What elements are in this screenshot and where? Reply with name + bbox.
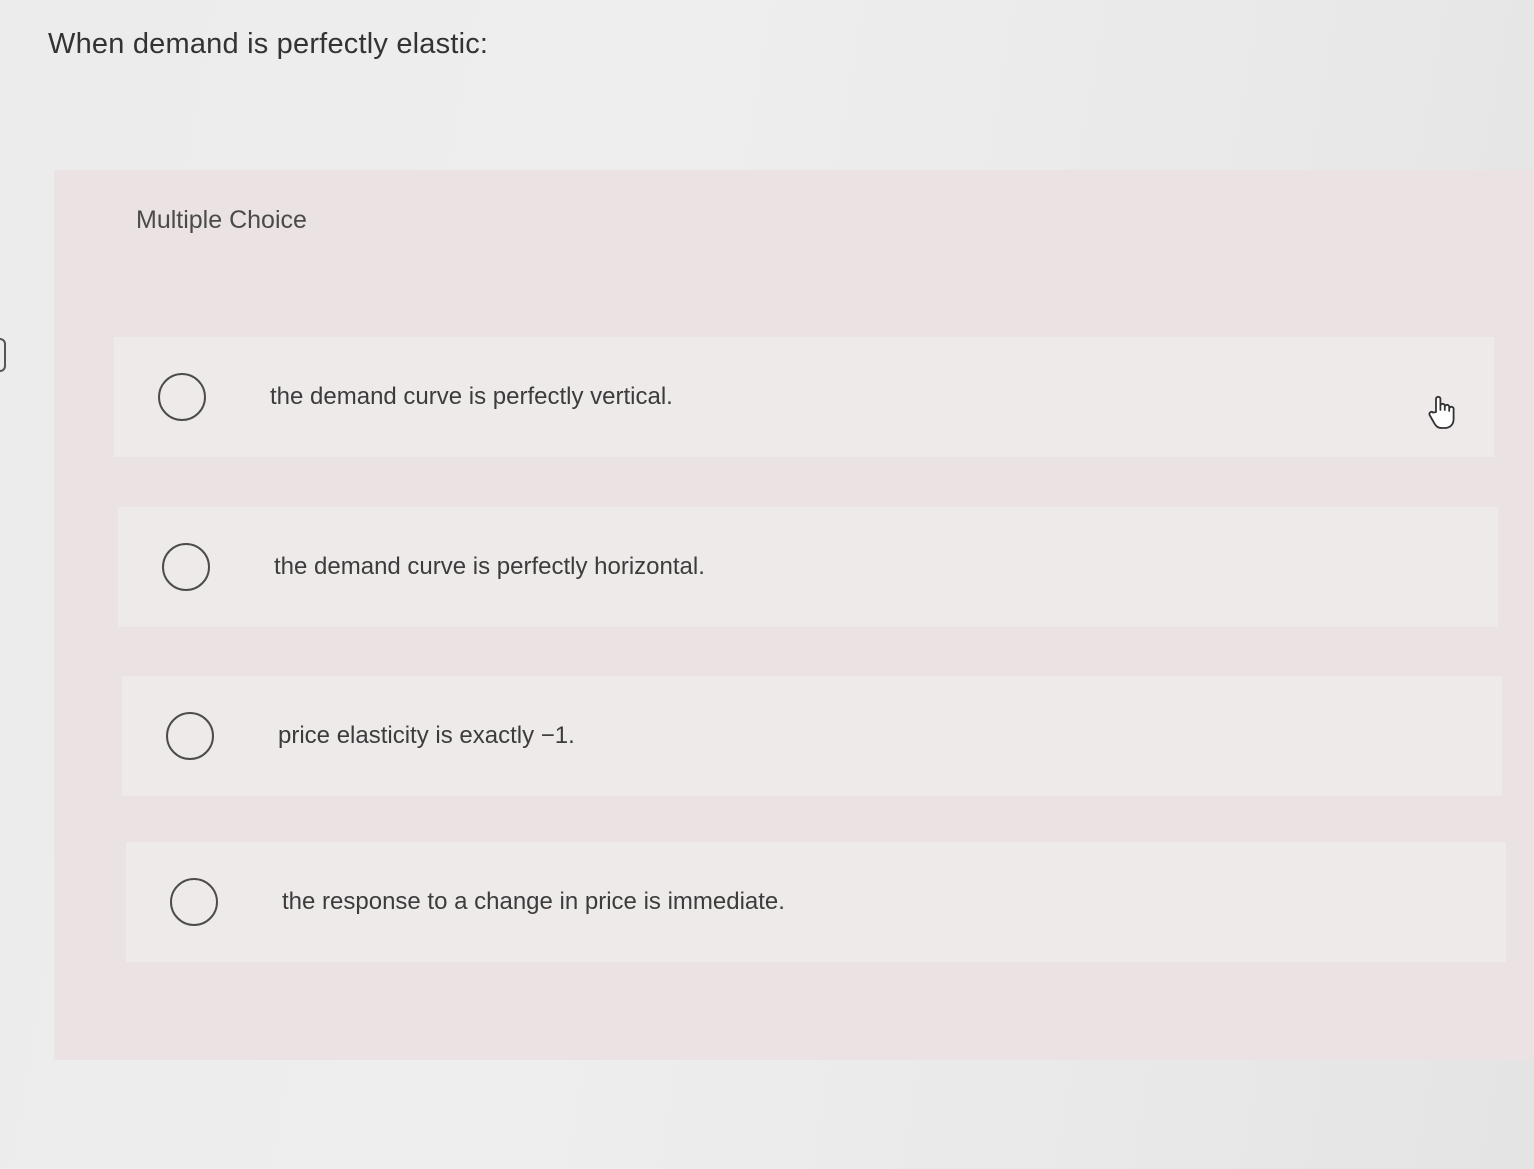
choice-option-1-text: the demand curve is perfectly vertical. (270, 383, 673, 410)
choice-option-4-text: the response to a change in price is imm… (282, 888, 785, 915)
hand-pointer-icon (1428, 395, 1455, 429)
radio-button-option-3[interactable] (166, 712, 214, 760)
radio-button-option-4[interactable] (170, 878, 218, 926)
choice-option-3-text: price elasticity is exactly −1. (278, 722, 575, 749)
choice-option-3[interactable]: price elasticity is exactly −1. (122, 676, 1502, 796)
choice-option-1[interactable]: the demand curve is perfectly vertical. (114, 337, 1494, 457)
choice-option-2[interactable]: the demand curve is perfectly horizontal… (118, 507, 1498, 627)
choice-option-4[interactable]: the response to a change in price is imm… (126, 842, 1506, 962)
question-prompt: When demand is perfectly elastic: (48, 28, 489, 60)
multiple-choice-label: Multiple Choice (136, 206, 307, 234)
radio-button-option-1[interactable] (158, 373, 206, 421)
radio-button-option-2[interactable] (162, 543, 210, 591)
left-edge-mark (0, 338, 6, 372)
choice-option-2-text: the demand curve is perfectly horizontal… (274, 553, 705, 580)
